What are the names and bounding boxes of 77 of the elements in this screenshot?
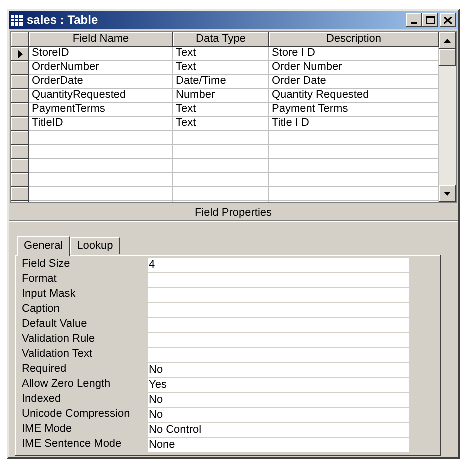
property-label: IME Mode xyxy=(21,422,74,438)
row-selector[interactable] xyxy=(11,61,29,75)
table-icon xyxy=(11,14,23,26)
current-row-icon xyxy=(18,50,22,58)
property-label: Format xyxy=(21,272,58,288)
table-cell[interactable]: StoreID xyxy=(29,47,173,61)
property-field[interactable]: 4 xyxy=(148,258,409,272)
table-cell[interactable]: Title I D xyxy=(269,117,439,131)
property-field[interactable] xyxy=(148,318,409,332)
table-cell[interactable]: OrderDate xyxy=(29,75,173,89)
property-field[interactable]: Yes xyxy=(148,378,409,392)
minimize-icon xyxy=(411,22,417,24)
property-label: Indexed xyxy=(21,392,62,408)
row-selector[interactable] xyxy=(11,173,29,187)
table-cell[interactable]: Date/Time xyxy=(173,75,269,89)
property-field[interactable] xyxy=(148,288,409,302)
scroll-up-button[interactable] xyxy=(439,32,456,49)
header-corner[interactable] xyxy=(11,32,29,47)
scrollbar[interactable] xyxy=(439,32,456,202)
property-field[interactable] xyxy=(148,272,409,286)
row-selector[interactable] xyxy=(11,47,29,61)
property-label: Default Value xyxy=(21,317,88,332)
property-field[interactable]: No xyxy=(148,408,409,422)
table-cell[interactable]: Text xyxy=(173,61,269,75)
table-cell[interactable]: PaymentTerms xyxy=(29,103,173,117)
scroll-down-button[interactable] xyxy=(439,185,456,202)
property-field[interactable] xyxy=(148,332,409,346)
property-label: Validation Rule xyxy=(21,332,96,348)
close-icon xyxy=(444,16,452,24)
column-header[interactable]: Field Name xyxy=(29,32,173,47)
column-header[interactable]: Data Type xyxy=(173,32,269,47)
table-cell[interactable]: Number xyxy=(173,89,269,103)
property-label: IME Sentence Mode xyxy=(21,437,123,452)
section-title: Field Properties xyxy=(9,205,458,221)
table-cell[interactable]: Text xyxy=(173,103,269,117)
table-cell[interactable]: Order Date xyxy=(269,75,439,89)
down-arrow-icon xyxy=(444,192,451,196)
column-header[interactable]: Description xyxy=(269,32,439,47)
property-field[interactable]: No xyxy=(148,392,409,406)
property-label: Required xyxy=(21,362,68,378)
table-cell[interactable]: Text xyxy=(173,47,269,61)
row-selector[interactable] xyxy=(11,145,29,159)
property-label: Allow Zero Length xyxy=(21,377,112,392)
property-label: Validation Text xyxy=(21,347,94,362)
property-field[interactable] xyxy=(148,302,409,316)
table-cell[interactable]: TitleID xyxy=(29,117,173,131)
tab[interactable]: General xyxy=(17,236,70,256)
row-selector[interactable] xyxy=(11,117,29,131)
table-cell[interactable]: Order Number xyxy=(269,61,439,75)
table-cell[interactable]: QuantityRequested xyxy=(29,89,173,103)
table-cell[interactable]: Quantity Requested xyxy=(269,89,439,103)
property-field[interactable]: No xyxy=(148,362,409,376)
property-label: Input Mask xyxy=(21,287,77,302)
maximize-icon xyxy=(426,16,434,24)
row-selector[interactable] xyxy=(11,89,29,103)
property-field[interactable] xyxy=(148,348,409,362)
property-label: Unicode Compression xyxy=(21,407,132,422)
property-label: Caption xyxy=(21,302,61,318)
row-selector[interactable] xyxy=(11,187,29,201)
tab[interactable]: Lookup xyxy=(70,237,120,254)
scroll-thumb[interactable] xyxy=(439,49,456,66)
close-button[interactable] xyxy=(440,13,456,27)
property-label: Field Size xyxy=(21,257,72,272)
row-selector[interactable] xyxy=(11,75,29,89)
minimize-button[interactable] xyxy=(406,13,422,27)
row-selector[interactable] xyxy=(11,103,29,117)
row-selector[interactable] xyxy=(11,131,29,145)
property-field[interactable]: No Control xyxy=(148,422,409,436)
maximize-button[interactable] xyxy=(422,13,438,27)
table-cell[interactable]: OrderNumber xyxy=(29,61,173,75)
row-selector[interactable] xyxy=(11,159,29,173)
window-title: sales : Table xyxy=(27,12,100,29)
property-field[interactable]: None xyxy=(148,438,409,452)
up-arrow-icon xyxy=(444,38,451,42)
table-cell[interactable]: Text xyxy=(173,117,269,131)
table-cell[interactable]: Payment Terms xyxy=(269,103,439,117)
table-cell[interactable]: Store I D xyxy=(269,47,439,61)
